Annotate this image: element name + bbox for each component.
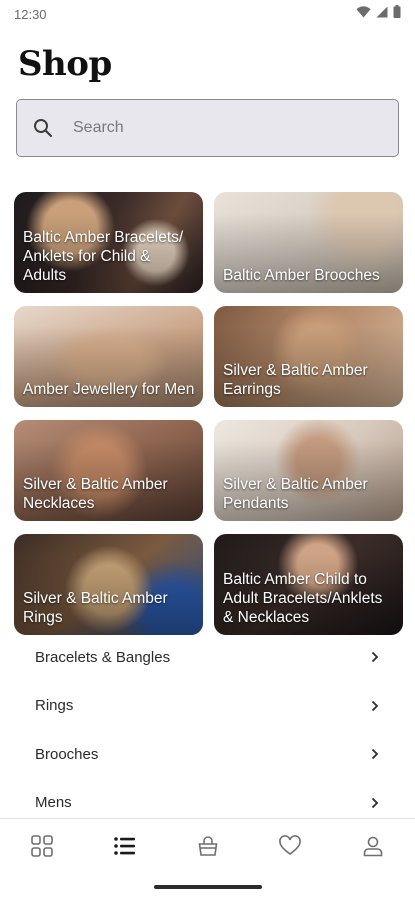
category-label: Baltic Amber Bracelets/ Anklets for Chil… <box>23 229 184 284</box>
search-input[interactable] <box>73 119 353 137</box>
heart-icon <box>278 834 302 863</box>
category-tile-child-to-adult[interactable]: Baltic Amber Child to Adult Bracelets/An… <box>214 534 403 635</box>
list-item-label: Mens <box>35 794 72 812</box>
category-label: Silver & Baltic Amber Earrings <box>223 362 368 398</box>
nav-cart[interactable] <box>190 819 226 877</box>
nav-wishlist[interactable] <box>272 819 308 877</box>
status-bar: 12:30 <box>0 0 415 28</box>
list-item-label: Rings <box>35 697 74 715</box>
gesture-bar[interactable] <box>154 885 262 889</box>
status-icons <box>356 5 401 23</box>
category-label: Baltic Amber Child to Adult Bracelets/An… <box>223 571 383 626</box>
list-icon <box>113 834 137 863</box>
category-tile-earrings[interactable]: Silver & Baltic Amber Earrings <box>214 306 403 407</box>
list-item-label: Bracelets & Bangles <box>35 648 171 666</box>
category-label: Baltic Amber Brooches <box>223 267 380 284</box>
category-tile-bracelets-anklets[interactable]: Baltic Amber Bracelets/ Anklets for Chil… <box>14 192 203 293</box>
bag-icon <box>196 834 220 863</box>
chevron-right-icon <box>371 747 381 761</box>
page-title: Shop <box>18 44 112 84</box>
grid-icon <box>30 834 54 863</box>
category-list: Bracelets & Bangles Rings Brooches Mens <box>0 633 415 827</box>
chevron-right-icon <box>371 699 381 713</box>
list-item-bracelets-bangles[interactable]: Bracelets & Bangles <box>0 633 415 682</box>
list-item-label: Brooches <box>35 745 99 763</box>
list-item-rings[interactable]: Rings <box>0 682 415 731</box>
category-label: Amber Jewellery for Men <box>23 381 195 398</box>
category-label: Silver & Baltic Amber Rings <box>23 590 168 626</box>
list-item-brooches[interactable]: Brooches <box>0 730 415 779</box>
category-tile-rings[interactable]: Silver & Baltic Amber Rings <box>14 534 203 635</box>
category-label: Silver & Baltic Amber Pendants <box>223 476 368 512</box>
battery-icon <box>393 5 401 23</box>
search-bar[interactable] <box>16 99 399 157</box>
category-label: Silver & Baltic Amber Necklaces <box>23 476 168 512</box>
bottom-nav <box>0 818 415 880</box>
nav-categories[interactable] <box>107 819 143 877</box>
profile-icon <box>361 834 385 863</box>
chevron-right-icon <box>371 650 381 664</box>
signal-icon <box>376 5 388 23</box>
nav-profile[interactable] <box>355 819 391 877</box>
category-grid: Baltic Amber Bracelets/ Anklets for Chil… <box>14 192 403 635</box>
category-tile-necklaces[interactable]: Silver & Baltic Amber Necklaces <box>14 420 203 521</box>
chevron-right-icon <box>371 796 381 810</box>
search-icon <box>33 117 55 139</box>
category-tile-brooches[interactable]: Baltic Amber Brooches <box>214 192 403 293</box>
status-time: 12:30 <box>14 6 47 22</box>
category-tile-pendants[interactable]: Silver & Baltic Amber Pendants <box>214 420 403 521</box>
category-tile-mens-jewellery[interactable]: Amber Jewellery for Men <box>14 306 203 407</box>
nav-home[interactable] <box>24 819 60 877</box>
wifi-icon <box>356 5 371 23</box>
